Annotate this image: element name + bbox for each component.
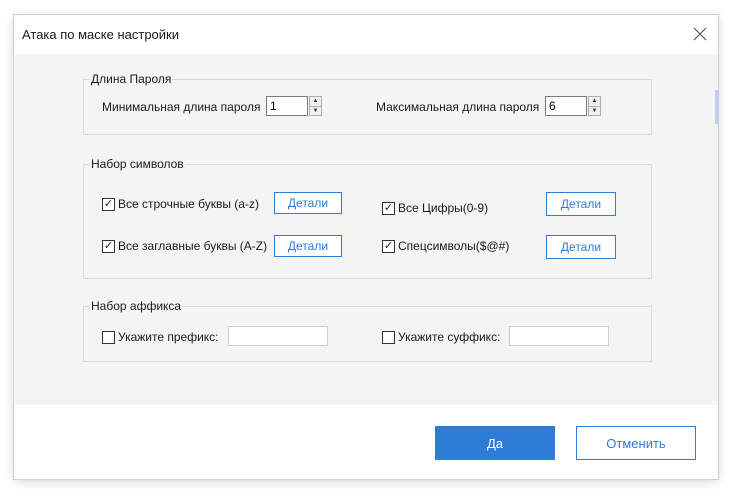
checkmark-icon: ✓ [102, 197, 115, 211]
prefix-checkbox[interactable]: Укажите префикс: [102, 330, 219, 344]
digits-details-button[interactable]: Детали [546, 192, 616, 216]
checkmark-icon: ✓ [382, 239, 395, 253]
lowercase-details-button[interactable]: Детали [274, 192, 342, 214]
min-length-label: Минимальная длина пароля [102, 100, 261, 114]
min-length-up-button[interactable]: ▲ [309, 96, 322, 107]
min-length-input[interactable] [266, 96, 308, 116]
checkmark-icon: ✓ [102, 239, 115, 253]
background-window-edge [715, 90, 718, 124]
affix-legend: Набор аффикса [90, 299, 183, 313]
special-label: Спецсимволы($@#) [398, 239, 510, 253]
prefix-label: Укажите префикс: [118, 330, 219, 344]
suffix-label: Укажите суффикс: [398, 330, 501, 344]
lowercase-label: Все строчные буквы (a-z) [118, 197, 259, 211]
title-bar: Атака по маске настройки [15, 16, 718, 54]
close-button[interactable] [688, 22, 712, 46]
suffix-input[interactable] [509, 326, 609, 346]
max-length-input[interactable] [545, 96, 587, 116]
cancel-button[interactable]: Отменить [576, 426, 696, 460]
checkmark-icon: ✓ [382, 201, 395, 215]
uppercase-label: Все заглавные буквы (A-Z) [118, 239, 268, 253]
max-length-spinner: ▲ ▼ [545, 96, 601, 116]
close-icon [693, 27, 707, 41]
uppercase-details-button[interactable]: Детали [274, 235, 342, 257]
digits-label: Все Цифры(0-9) [398, 201, 489, 215]
charset-group: Набор символов ✓ Все строчные буквы (a-z… [83, 157, 652, 279]
min-length-spinner: ▲ ▼ [266, 96, 322, 116]
max-length-label: Максимальная длина пароля [376, 100, 540, 114]
affix-group: Набор аффикса Укажите префикс: Укажите с… [83, 299, 652, 362]
special-checkbox[interactable]: ✓ Спецсимволы($@#) [382, 239, 509, 253]
min-length-down-button[interactable]: ▼ [309, 106, 322, 116]
max-length-down-button[interactable]: ▼ [588, 106, 601, 116]
special-details-button[interactable]: Детали [546, 235, 616, 259]
password-length-group: Длина Пароля Минимальная длина пароля ▲ … [83, 72, 652, 135]
settings-panel: Длина Пароля Минимальная длина пароля ▲ … [15, 54, 718, 405]
uppercase-checkbox[interactable]: ✓ Все заглавные буквы (A-Z) [102, 239, 267, 253]
password-length-legend: Длина Пароля [90, 72, 173, 86]
dialog-title: Атака по маске настройки [22, 27, 179, 42]
charset-legend: Набор символов [90, 157, 185, 171]
digits-checkbox[interactable]: ✓ Все Цифры(0-9) [382, 201, 488, 215]
dialog-footer: Да Отменить [15, 405, 718, 479]
max-length-up-button[interactable]: ▲ [588, 96, 601, 107]
lowercase-checkbox[interactable]: ✓ Все строчные буквы (a-z) [102, 197, 259, 211]
ok-button[interactable]: Да [435, 426, 555, 460]
prefix-input[interactable] [228, 326, 328, 346]
suffix-checkbox[interactable]: Укажите суффикс: [382, 330, 500, 344]
